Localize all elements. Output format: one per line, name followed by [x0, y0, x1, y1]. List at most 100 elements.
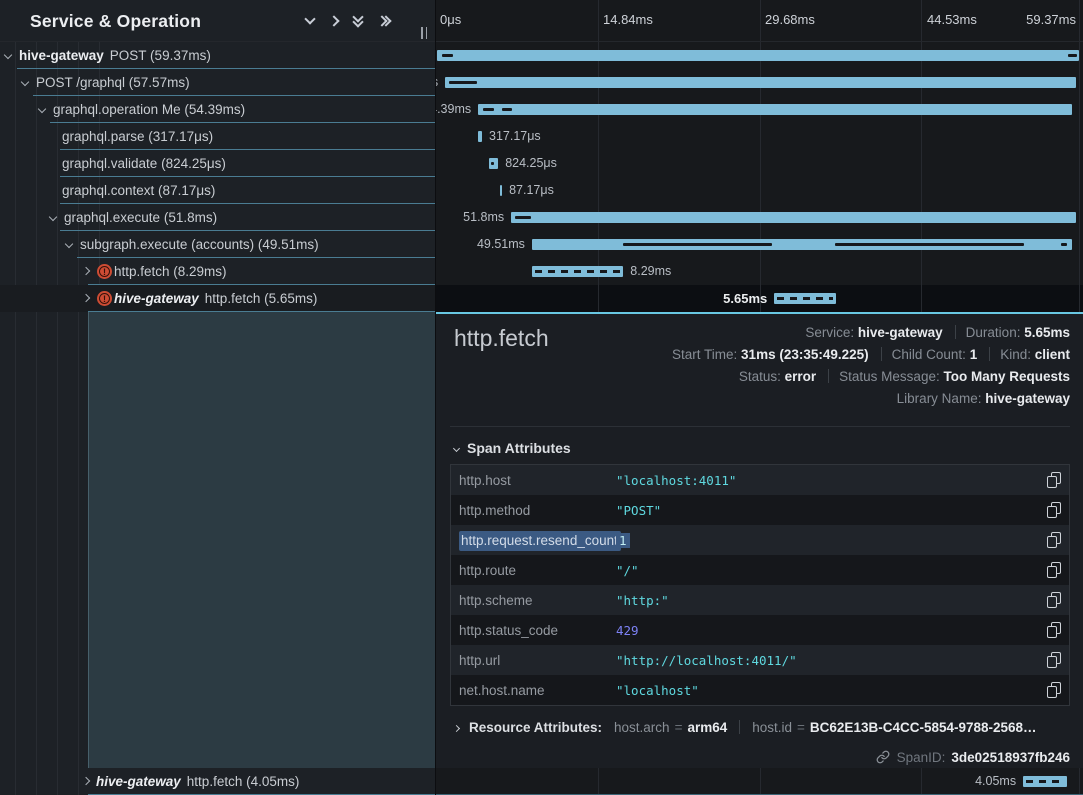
- timeline-row[interactable]: 8.29ms: [436, 258, 1083, 285]
- chevron-right-icon: [453, 725, 460, 732]
- resource-separator: [739, 720, 740, 734]
- chevron-down-icon[interactable]: [38, 105, 46, 113]
- trace-viewer: Service & Operation hive-gatewayPOST (59…: [0, 0, 1083, 795]
- attribute-row: http.request.resend_count1: [451, 525, 1069, 555]
- metadata-value: 1: [970, 347, 978, 362]
- attribute-value-text: "localhost:4011": [616, 473, 736, 488]
- span-tree-row[interactable]: graphql.operation Me (54.39ms): [0, 96, 435, 123]
- span-tree-row[interactable]: graphql.execute (51.8ms): [0, 204, 435, 231]
- duration-label: 317.17μs: [482, 123, 541, 150]
- metadata-value: hive-gateway: [985, 391, 1070, 406]
- span-tree-row[interactable]: graphql.validate (824.25μs): [0, 150, 435, 177]
- span-tree-row[interactable]: hive-gatewayhttp.fetch (4.05ms): [0, 768, 435, 795]
- link-icon[interactable]: [876, 750, 890, 764]
- timeline-row[interactable]: 317.17μs: [436, 123, 1083, 150]
- span-tree-row[interactable]: POST /graphql (57.57ms): [0, 69, 435, 96]
- span-bar[interactable]: [774, 293, 836, 304]
- span-tree-row[interactable]: http.fetch (8.29ms): [0, 258, 435, 285]
- span-bar[interactable]: [478, 104, 1072, 115]
- copy-icon[interactable]: [1047, 532, 1061, 548]
- chevron-right-icon[interactable]: [82, 294, 90, 302]
- operation-name: http.fetch (5.65ms): [205, 291, 318, 306]
- copy-icon[interactable]: [1047, 472, 1061, 488]
- span-label: graphql.context (87.17μs): [62, 177, 215, 204]
- timeline-row[interactable]: 824.25μs: [436, 150, 1083, 177]
- chevron-right-icon[interactable]: [82, 777, 90, 785]
- resource-key: host.id: [752, 720, 792, 735]
- metadata-label: Start Time:: [672, 347, 741, 362]
- span-bar[interactable]: [445, 77, 1076, 88]
- timeline-row[interactable]: 87.17μs: [436, 177, 1083, 204]
- tree-header: Service & Operation: [0, 0, 435, 42]
- span-label: graphql.parse (317.17μs): [62, 123, 213, 150]
- axis-tick: 0μs: [440, 0, 461, 40]
- axis-tick: 44.53ms: [927, 0, 977, 40]
- duration-label: 57.57ms: [436, 69, 445, 96]
- timeline-row[interactable]: 57.57ms: [436, 69, 1083, 96]
- duration-label: 5.65ms: [684, 285, 774, 312]
- panel-resize-handle[interactable]: [421, 27, 431, 39]
- copy-icon[interactable]: [1047, 502, 1061, 518]
- chevron-down-icon[interactable]: [21, 78, 29, 86]
- span-tree-row[interactable]: subgraph.execute (accounts) (49.51ms): [0, 231, 435, 258]
- chevron-down-icon[interactable]: [4, 51, 12, 59]
- timeline-row[interactable]: 54.39ms: [436, 96, 1083, 123]
- service-name: hive-gateway: [96, 774, 181, 789]
- timeline-row[interactable]: 51.8ms: [436, 204, 1083, 231]
- timeline-row[interactable]: 59.37ms: [436, 42, 1083, 69]
- duration-label: 87.17μs: [502, 177, 554, 204]
- span-tree-row[interactable]: graphql.parse (317.17μs): [0, 123, 435, 150]
- span-attributes-header[interactable]: Span Attributes: [454, 440, 571, 456]
- double-chevron-right-icon[interactable]: [378, 17, 390, 25]
- attribute-row: http.url"http://localhost:4011/": [451, 645, 1069, 675]
- copy-icon[interactable]: [1047, 622, 1061, 638]
- timeline-row[interactable]: 5.65ms: [436, 285, 1083, 312]
- child-span-mark: [449, 81, 478, 84]
- span-bar[interactable]: [511, 212, 1076, 223]
- timeline-row[interactable]: 49.51ms: [436, 231, 1083, 258]
- chevron-down-icon[interactable]: [65, 240, 73, 248]
- attribute-key-text: http.scheme: [459, 593, 533, 608]
- child-span-mark: [623, 243, 772, 246]
- copy-icon[interactable]: [1047, 652, 1061, 668]
- attribute-key-text: http.request.resend_count: [459, 531, 621, 551]
- chevron-right-icon[interactable]: [328, 15, 339, 26]
- attribute-key-text: http.route: [459, 563, 516, 578]
- span-tree-row[interactable]: hive-gatewayPOST (59.37ms): [0, 42, 435, 69]
- resource-attributes-row[interactable]: Resource Attributes:host.arch=arm64host.…: [454, 716, 1037, 740]
- duration-label: 824.25μs: [498, 150, 557, 177]
- span-label: http.fetch (8.29ms): [114, 258, 227, 285]
- metadata-value: 5.65ms: [1024, 325, 1070, 340]
- timeline-row[interactable]: 4.05ms: [436, 768, 1083, 795]
- attribute-row: http.status_code429: [451, 615, 1069, 645]
- duration-label: 4.05ms: [933, 768, 1023, 795]
- metadata-label: Service:: [805, 325, 858, 340]
- span-tree-row[interactable]: hive-gatewayhttp.fetch (5.65ms): [0, 285, 435, 312]
- operation-name: graphql.validate (824.25μs): [62, 156, 226, 171]
- span-bar[interactable]: [437, 50, 1079, 61]
- copy-icon[interactable]: [1047, 562, 1061, 578]
- span-bar[interactable]: [532, 266, 623, 277]
- span-label: hive-gatewayhttp.fetch (5.65ms): [114, 285, 317, 312]
- chevron-down-icon[interactable]: [304, 13, 315, 24]
- axis-tick: 59.37ms: [1026, 0, 1076, 40]
- attribute-key: http.host: [459, 473, 616, 488]
- double-chevron-down-icon[interactable]: [354, 16, 362, 26]
- child-span-mark: [1061, 243, 1067, 246]
- service-operation-panel: Service & Operation hive-gatewayPOST (59…: [0, 0, 435, 795]
- expanded-span-region[interactable]: [88, 312, 435, 768]
- attribute-value: "http://localhost:4011/": [616, 653, 1039, 668]
- attribute-value: 429: [616, 623, 1039, 638]
- copy-icon[interactable]: [1047, 592, 1061, 608]
- chevron-down-icon[interactable]: [49, 213, 57, 221]
- chevron-right-icon[interactable]: [82, 267, 90, 275]
- span-label: graphql.execute (51.8ms): [64, 204, 217, 231]
- copy-icon[interactable]: [1047, 682, 1061, 698]
- span-tree-row[interactable]: graphql.context (87.17μs): [0, 177, 435, 204]
- chevron-down-icon: [453, 445, 460, 452]
- span-bar[interactable]: [1023, 776, 1067, 787]
- error-icon: [97, 264, 112, 279]
- timeline-rows: 59.37ms57.57ms54.39ms317.17μs824.25μs87.…: [436, 42, 1083, 312]
- span-label: graphql.validate (824.25μs): [62, 150, 226, 177]
- span-attributes-title: Span Attributes: [467, 440, 571, 456]
